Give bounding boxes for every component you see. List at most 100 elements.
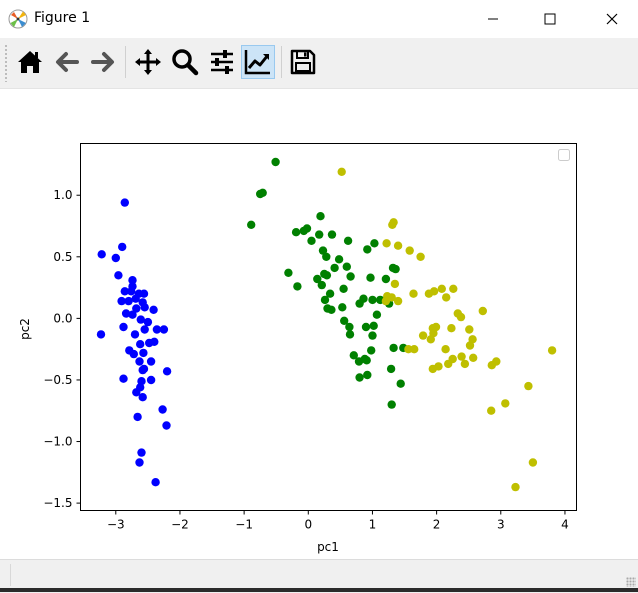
scatter-point — [120, 198, 129, 207]
scatter-point — [386, 364, 396, 374]
scatter-point — [317, 280, 326, 290]
x-tick-label: 2 — [433, 518, 441, 532]
figure-canvas[interactable]: −3 −2 −1 0 1 2 3 4 −1.5 −1.0 −0.5 0.0 0.5 1.0 pc1 pc… — [0, 89, 638, 559]
window-title: Figure 1 — [34, 10, 91, 26]
save-button[interactable] — [286, 45, 320, 79]
scatter-point — [151, 478, 160, 487]
scatter-point — [118, 242, 127, 252]
scatter-point — [368, 331, 377, 340]
scatter-point — [367, 346, 376, 355]
title-bar: Figure 1 — [0, 0, 638, 38]
coordinate-readout — [10, 564, 635, 586]
scatter-point — [416, 252, 425, 261]
x-tick-label: −2 — [171, 518, 189, 532]
scatter-point — [127, 287, 136, 296]
scatter-point — [389, 218, 398, 227]
scatter-point — [114, 271, 123, 280]
y-tick-label: −1.0 — [43, 435, 72, 449]
scatter-point — [528, 458, 538, 467]
scatter-point — [133, 412, 142, 422]
scatter-point — [362, 356, 371, 365]
scatter-point — [345, 330, 355, 339]
legend-box — [558, 149, 570, 161]
scatter-point — [119, 374, 128, 383]
scatter-point — [442, 293, 451, 302]
pan-button[interactable] — [131, 45, 165, 79]
scatter-point — [322, 271, 332, 280]
scatter-point — [391, 264, 400, 274]
scatter-point — [547, 346, 557, 355]
x-tick-label: −3 — [107, 518, 125, 532]
scatter-point — [424, 289, 434, 298]
scatter-point — [124, 296, 133, 306]
minimize-icon — [488, 18, 498, 20]
scatter-point — [393, 241, 403, 250]
scatter-point — [138, 365, 147, 375]
x-tick-label: 0 — [304, 518, 312, 532]
scatter-plot[interactable]: −3 −2 −1 0 1 2 3 4 −1.5 −1.0 −0.5 0.0 0.5 1.0 pc1 pc… — [0, 89, 638, 559]
x-tick-label: −1 — [235, 518, 253, 532]
scatter-point — [363, 370, 372, 380]
maximize-button[interactable] — [527, 0, 573, 38]
scatter-point — [366, 273, 375, 282]
trend-chart-icon — [244, 50, 270, 75]
scatter-point — [437, 284, 446, 293]
scatter-point — [447, 324, 456, 333]
scatter-point — [137, 448, 146, 457]
toolbar-separator — [125, 46, 126, 78]
arrow-left-icon — [56, 52, 79, 72]
toolbar-separator — [281, 46, 282, 78]
scatter-point — [128, 310, 137, 319]
scatter-point — [146, 357, 156, 366]
floppy-disk-icon — [290, 49, 316, 75]
scatter-point — [465, 325, 474, 334]
scatter-point — [343, 236, 353, 245]
scatter-point — [323, 304, 332, 313]
scatter-point — [418, 331, 428, 340]
scatter-point — [389, 343, 398, 353]
forward-button[interactable] — [86, 45, 120, 79]
scatter-point — [449, 284, 458, 293]
sliders-icon — [211, 50, 233, 74]
scatter-point — [271, 157, 280, 167]
zoom-button[interactable] — [168, 45, 202, 79]
scatter-point — [315, 230, 324, 239]
scatter-point — [140, 325, 149, 334]
move-icon — [135, 49, 161, 75]
scatter-point — [368, 295, 377, 305]
scatter-point — [511, 482, 520, 492]
scatter-point — [382, 239, 391, 248]
x-axis-label: pc1 — [317, 540, 339, 554]
navigation-toolbar — [0, 38, 638, 89]
scatter-point — [346, 272, 355, 281]
scatter-point — [393, 296, 403, 306]
x-tick-label: 3 — [497, 518, 505, 532]
scatter-point — [135, 458, 144, 467]
y-tick-label: −0.5 — [43, 373, 72, 387]
scatter-point — [355, 373, 364, 382]
scatter-point — [363, 245, 372, 254]
resize-grip[interactable] — [626, 577, 636, 587]
scatter-point — [337, 167, 346, 176]
scatter-point — [381, 274, 391, 284]
matplotlib-logo-icon — [8, 9, 28, 29]
scatter-point — [138, 393, 147, 402]
back-button[interactable] — [50, 45, 84, 79]
close-button[interactable] — [589, 0, 635, 38]
close-icon — [606, 13, 618, 25]
scatter-point — [162, 367, 172, 376]
configure-subplots-button[interactable] — [205, 45, 239, 79]
home-icon — [18, 51, 42, 73]
home-button[interactable] — [13, 45, 47, 79]
scatter-point — [307, 236, 316, 245]
edit-axis-button[interactable] — [241, 45, 275, 79]
minimize-button[interactable] — [470, 0, 516, 38]
maximize-icon — [544, 13, 556, 25]
y-tick-label: −1.5 — [43, 496, 72, 510]
scatter-point — [139, 289, 149, 298]
toolbar-grip[interactable] — [4, 44, 8, 82]
y-tick-label: 0.5 — [53, 250, 72, 264]
scatter-point — [330, 263, 339, 273]
scatter-point — [444, 359, 453, 369]
scatter-point — [338, 303, 347, 312]
